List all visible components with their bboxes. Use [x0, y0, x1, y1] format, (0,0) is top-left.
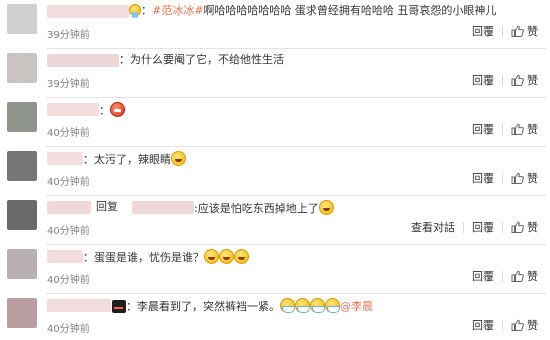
thumbs-up-icon	[511, 221, 524, 233]
like-label: 赞	[527, 172, 538, 185]
like-label: 赞	[527, 25, 538, 38]
comment-prefix: ：	[141, 4, 152, 17]
thumbs-up-icon	[511, 270, 524, 282]
like-label: 赞	[527, 123, 538, 136]
mask-emoji	[280, 298, 295, 313]
sweat-emoji	[129, 4, 141, 18]
thumbs-up-icon	[511, 172, 524, 184]
reply-button[interactable]: 回覆	[472, 72, 494, 88]
like-button[interactable]: 赞	[511, 317, 538, 333]
reply-target-blurred[interactable]	[132, 201, 194, 214]
comment-prefix: ：	[83, 153, 94, 166]
action-divider	[463, 221, 464, 233]
mask-emoji	[295, 298, 310, 313]
like-button[interactable]: 赞	[511, 72, 538, 88]
topic-link[interactable]: #范冰冰#	[152, 4, 203, 17]
avatar[interactable]	[7, 53, 37, 83]
thumbs-up-icon	[511, 25, 524, 37]
laugh-cry-emoji	[171, 151, 186, 166]
laugh-cry-emoji	[204, 249, 219, 264]
action-divider	[502, 319, 503, 331]
username-blurred[interactable]	[47, 54, 119, 67]
laugh-cry-emoji	[234, 249, 249, 264]
avatar[interactable]	[7, 249, 37, 279]
comment-text: 蛋蛋是谁，忧伤是谁？	[94, 251, 204, 264]
like-button[interactable]: 赞	[511, 170, 538, 186]
mask-emoji	[310, 298, 325, 313]
like-label: 赞	[527, 221, 538, 234]
timestamp: 39分钟前	[47, 79, 90, 90]
reply-button[interactable]: 回覆	[472, 317, 494, 333]
comment-text: 啊哈哈哈哈哈哈哈 蛋求曾经拥有哈哈哈 丑哥哀怨的小眼神儿	[203, 4, 497, 17]
timestamp: 39分钟前	[47, 30, 90, 41]
laugh-cry-emoji	[219, 249, 234, 264]
comment-prefix: ：	[99, 104, 110, 117]
view-conversation-button[interactable]: 查看对話	[411, 219, 455, 235]
comment-prefix: ：	[119, 53, 130, 66]
like-label: 赞	[527, 270, 538, 283]
timestamp: 40分钟前	[47, 275, 90, 286]
comment-text: 李晨看到了，突然裤裆一紧。	[137, 300, 280, 313]
action-divider	[502, 25, 503, 37]
comment-text: 太污了，辣眼睛	[94, 153, 171, 166]
username-blurred[interactable]	[47, 299, 111, 312]
comment-prefix: ：	[83, 251, 94, 264]
thumbs-up-icon	[511, 74, 524, 86]
comment-item: ：蛋蛋是谁，忧伤是谁？ 40分钟前 回覆 赞	[0, 245, 550, 294]
action-divider	[502, 74, 503, 86]
reply-button[interactable]: 回覆	[472, 268, 494, 284]
like-label: 赞	[527, 74, 538, 87]
like-button[interactable]: 赞	[511, 268, 538, 284]
reply-button[interactable]: 回覆	[472, 121, 494, 137]
action-divider	[502, 123, 503, 135]
reply-word: 回复	[96, 200, 118, 213]
reply-button[interactable]: 回覆	[472, 219, 494, 235]
action-divider	[502, 270, 503, 282]
avatar[interactable]	[7, 4, 37, 34]
comment-item: ：#范冰冰#啊哈哈哈哈哈哈哈 蛋求曾经拥有哈哈哈 丑哥哀怨的小眼神儿 39分钟前…	[0, 0, 550, 49]
avatar[interactable]	[7, 200, 37, 230]
comment-item: ：为什么要阉了它，不给他性生活 39分钟前 回覆 赞	[0, 49, 550, 98]
username-blurred[interactable]	[47, 5, 129, 18]
username-blurred[interactable]	[47, 201, 91, 214]
reply-button[interactable]: 回覆	[472, 23, 494, 39]
laugh-cry-emoji	[318, 200, 334, 215]
timestamp: 40分钟前	[47, 226, 90, 237]
username-blurred[interactable]	[47, 250, 83, 263]
avatar[interactable]	[7, 151, 37, 181]
reply-button[interactable]: 回覆	[472, 170, 494, 186]
angry-emoji	[110, 102, 125, 117]
avatar[interactable]	[7, 102, 37, 132]
mask-emoji	[325, 298, 340, 313]
doge-emoji	[112, 300, 126, 313]
timestamp: 40分钟前	[47, 324, 90, 335]
avatar[interactable]	[7, 298, 37, 328]
comment-item: ：太污了，辣眼睛 40分钟前 回覆 赞	[0, 147, 550, 196]
comment-text: 为什么要阉了它，不给他性生活	[130, 53, 284, 66]
username-blurred[interactable]	[47, 103, 99, 116]
like-button[interactable]: 赞	[511, 219, 538, 235]
action-divider	[502, 172, 503, 184]
thumbs-up-icon	[511, 123, 524, 135]
action-divider	[502, 221, 503, 233]
comment-item: ：李晨看到了，突然裤裆一紧。 @李晨 40分钟前 回覆 赞	[0, 294, 550, 340]
comment-item: 回复 :应该是怕吃东西掉地上了 40分钟前 查看对話 回覆 赞	[0, 196, 550, 245]
comment-text: :应该是怕吃东西掉地上了	[194, 202, 319, 215]
username-blurred[interactable]	[47, 152, 83, 165]
comment-item: ： 40分钟前 回覆 赞	[0, 98, 550, 147]
like-button[interactable]: 赞	[511, 23, 538, 39]
like-button[interactable]: 赞	[511, 121, 538, 137]
thumbs-up-icon	[511, 319, 524, 331]
like-label: 赞	[527, 319, 538, 332]
timestamp: 40分钟前	[47, 128, 90, 139]
comment-prefix: ：	[126, 300, 137, 313]
timestamp: 40分钟前	[47, 177, 90, 188]
mention-link[interactable]: @李晨	[340, 300, 373, 313]
